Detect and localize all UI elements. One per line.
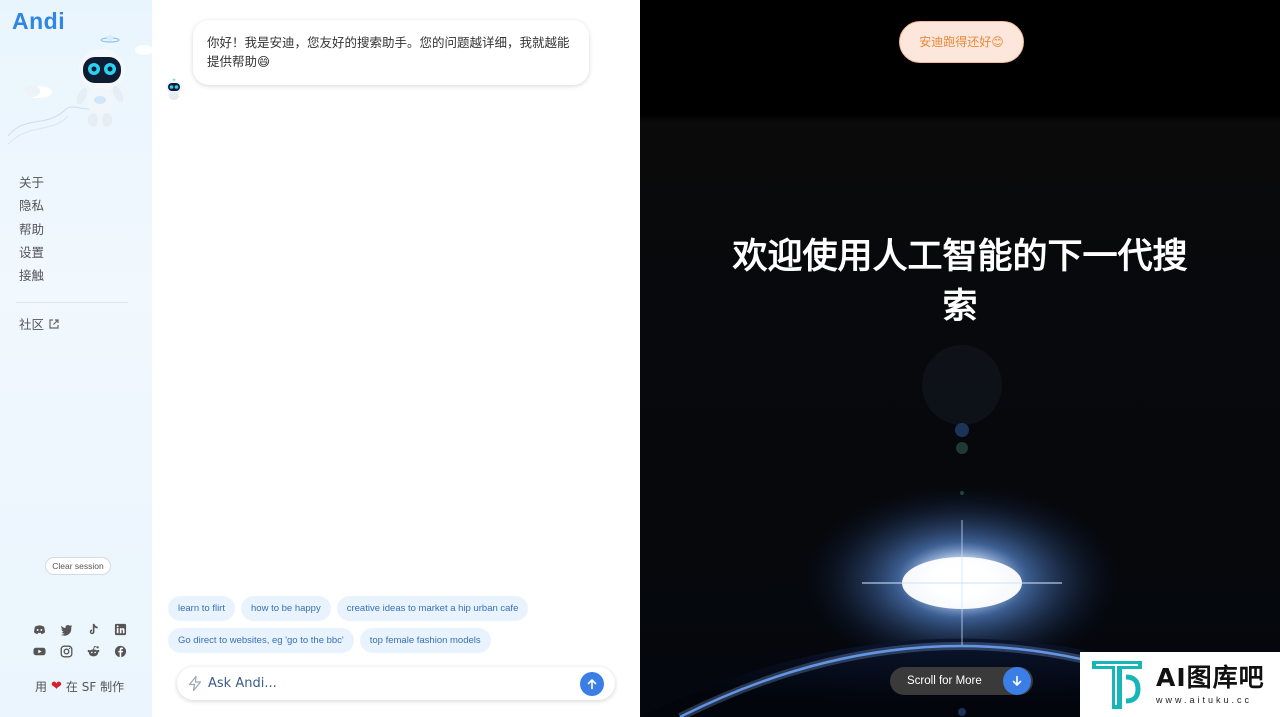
nav-contact[interactable]: 接触 — [19, 267, 44, 290]
reddit-icon[interactable] — [86, 644, 100, 658]
status-pill: 安迪跑得还好😊 — [899, 21, 1024, 63]
arrow-up-icon — [587, 679, 597, 690]
earth-sunrise-illustration — [640, 0, 1280, 717]
ask-input[interactable] — [208, 673, 568, 694]
youtube-icon[interactable] — [32, 644, 46, 658]
suggestion-chip[interactable]: creative ideas to market a hip urban caf… — [336, 596, 529, 621]
hero-title: 欢迎使用人工智能的下一代搜 索 — [700, 232, 1220, 332]
clear-session-button[interactable]: Clear session — [45, 557, 111, 575]
suggestion-chips: learn to flirt how to be happy creative … — [168, 596, 628, 660]
scroll-label: Scroll for More — [907, 675, 982, 687]
assistant-message: 你好！我是安迪，您友好的搜索助手。您的问题越详细，我就越能提供帮助😄 — [193, 20, 589, 85]
suggestion-chip[interactable]: how to be happy — [241, 596, 331, 621]
made-suffix: 在 SF 制作 — [65, 680, 125, 694]
watermark-title: AI图库吧 — [1156, 663, 1265, 692]
arrow-down-icon — [1003, 667, 1031, 695]
nav-about[interactable]: 关于 — [19, 174, 44, 197]
nav-divider — [16, 302, 128, 303]
andi-avatar-icon — [166, 78, 182, 100]
sidebar: Andi 关于 隐私 帮助 设置 接触 社区 Clear session 用 ❤… — [0, 0, 152, 717]
suggestion-chip[interactable]: learn to flirt — [168, 596, 235, 621]
hero-title-line2: 索 — [942, 287, 978, 327]
tiktok-icon[interactable] — [86, 622, 100, 636]
instagram-icon[interactable] — [59, 644, 73, 658]
hero-title-line1: 欢迎使用人工智能的下一代搜 — [732, 237, 1188, 277]
community-link[interactable]: 社区 — [19, 314, 59, 333]
watermark: AI图库吧 www.aituku.cc — [1080, 652, 1280, 717]
social-links — [32, 622, 128, 658]
robot-mascot-icon — [7, 35, 152, 145]
andi-logo[interactable]: Andi — [12, 8, 65, 35]
suggestion-chip[interactable]: Go direct to websites, eg 'go to the bbc… — [168, 628, 354, 653]
nav-help[interactable]: 帮助 — [19, 221, 44, 244]
lightning-icon — [188, 676, 202, 691]
hero-panel: 安迪跑得还好😊 欢迎使用人工智能的下一代搜 索 Scroll for More — [640, 0, 1280, 717]
scroll-for-more-button[interactable]: Scroll for More — [890, 667, 1033, 695]
suggestion-chip[interactable]: top female fashion models — [359, 628, 491, 653]
nav-settings[interactable]: 设置 — [19, 244, 44, 267]
chat-column: 你好！我是安迪，您友好的搜索助手。您的问题越详细，我就越能提供帮助😄 learn… — [152, 0, 640, 717]
watermark-url: www.aituku.cc — [1156, 695, 1253, 705]
linkedin-icon[interactable] — [113, 622, 127, 636]
send-button[interactable] — [580, 672, 604, 696]
community-label: 社区 — [19, 317, 45, 332]
external-link-icon — [49, 318, 59, 329]
discord-icon[interactable] — [32, 622, 46, 636]
sidebar-nav: 关于 隐私 帮助 设置 接触 — [19, 174, 44, 290]
watermark-logo-icon — [1092, 660, 1142, 709]
made-in-sf: 用 ❤ 在 SF 制作 — [35, 678, 124, 695]
heart-icon: ❤ — [51, 679, 62, 694]
facebook-icon[interactable] — [113, 644, 127, 658]
twitter-icon[interactable] — [59, 622, 73, 636]
ask-bar — [177, 667, 615, 700]
made-prefix: 用 — [35, 680, 48, 694]
nav-privacy[interactable]: 隐私 — [19, 197, 44, 220]
